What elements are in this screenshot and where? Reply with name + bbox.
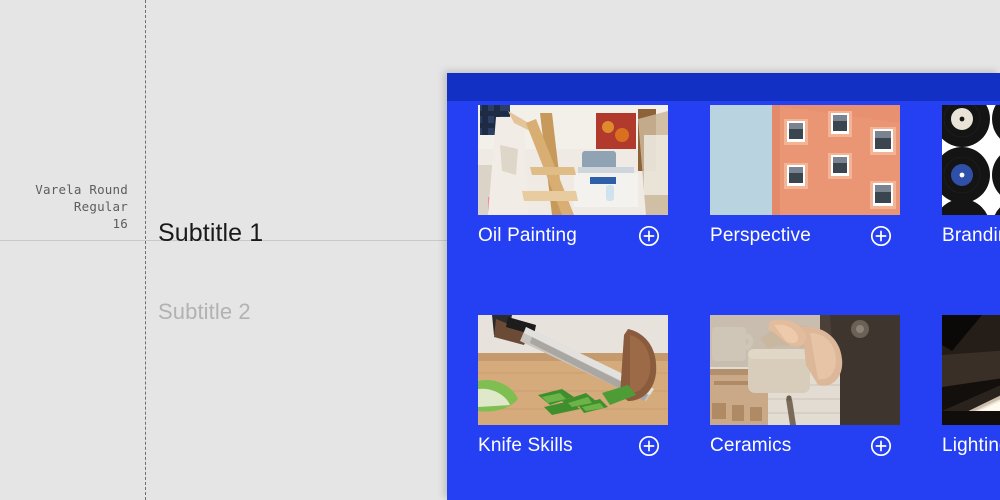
vertical-guide-line	[145, 0, 146, 500]
course-card-footer: Lighting	[942, 425, 1000, 467]
sample-subtitle-2: Subtitle 2	[158, 299, 251, 324]
spec-canvas: Varela Round Regular 16 Subtitle 1 Subti…	[0, 0, 1000, 500]
course-card[interactable]: Perspective	[710, 105, 900, 281]
course-thumbnail	[942, 105, 1000, 215]
course-card[interactable]: Branding	[942, 105, 1000, 281]
course-thumbnail	[942, 315, 1000, 425]
app-header-bar	[447, 73, 1000, 101]
course-card[interactable]: Ceramics	[710, 315, 900, 491]
course-card-footer: Perspective	[710, 215, 900, 257]
course-thumbnail	[710, 315, 900, 425]
spec-font-family: Varela Round	[35, 182, 128, 197]
course-card-footer: Oil Painting	[478, 215, 668, 257]
spec-font-weight: Regular	[73, 199, 128, 214]
plus-circle-icon[interactable]	[870, 435, 892, 457]
sample-subtitle-1: Subtitle 1	[158, 219, 264, 247]
course-card[interactable]: Oil Painting	[478, 105, 668, 281]
course-thumbnail	[710, 105, 900, 215]
dark-light-beam-image	[942, 315, 1000, 425]
hands-shaping-clay-pottery-image	[710, 315, 900, 425]
course-thumbnail	[478, 105, 668, 215]
course-card[interactable]: Knife Skills	[478, 315, 668, 491]
course-thumbnail	[478, 315, 668, 425]
course-label: Oil Painting	[478, 225, 577, 246]
type-spec-block: Varela Round Regular 16	[0, 181, 128, 241]
plus-circle-icon[interactable]	[638, 435, 660, 457]
course-label: Branding	[942, 225, 1000, 246]
chef-knife-chopping-herbs-image	[478, 315, 668, 425]
course-card-footer: Knife Skills	[478, 425, 668, 467]
course-label: Knife Skills	[478, 435, 573, 456]
app-panel: Oil Painting Perspective Brandi Knife Sk…	[447, 73, 1000, 500]
course-card-grid: Oil Painting Perspective Brandi Knife Sk…	[478, 101, 1000, 500]
course-card-footer: Branding	[942, 215, 1000, 257]
course-card[interactable]: Lighting	[942, 315, 1000, 491]
plus-circle-icon[interactable]	[870, 225, 892, 247]
course-label: Perspective	[710, 225, 811, 246]
course-label: Lighting	[942, 435, 1000, 456]
spec-font-size: 16	[112, 216, 128, 231]
plus-circle-icon[interactable]	[638, 225, 660, 247]
course-card-footer: Ceramics	[710, 425, 900, 467]
orange-building-facade-windows-image	[710, 105, 900, 215]
course-label: Ceramics	[710, 435, 792, 456]
vinyl-records-grid-image	[942, 105, 1000, 215]
artist-easel-studio-image	[478, 105, 668, 215]
